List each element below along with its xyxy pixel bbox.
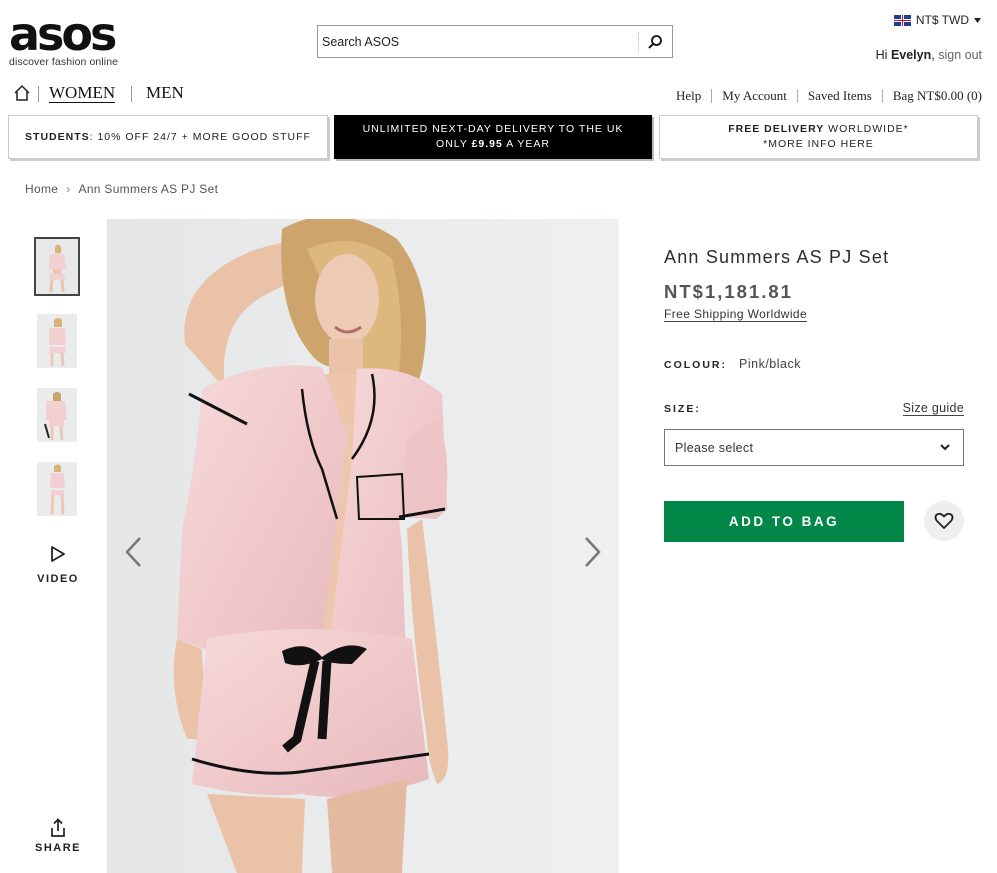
currency-selector[interactable]: NT$ TWD [893, 13, 981, 27]
promo-students-text: : 10% OFF 24/7 + MORE GOOD STUFF [89, 130, 311, 143]
nav-divider [38, 86, 39, 102]
play-icon [51, 546, 65, 562]
product-price: NT$1,181.81 [664, 281, 793, 302]
thumbnail-1[interactable] [34, 237, 80, 296]
save-for-later-button[interactable] [924, 501, 964, 541]
thumbnail-image [37, 388, 77, 442]
breadcrumb-separator: › [66, 182, 71, 196]
colour-label: COLOUR: [664, 359, 727, 371]
product-title: Ann Summers AS PJ Set [664, 247, 890, 267]
thumbnail-2[interactable] [37, 314, 77, 368]
logo-tagline: discover fashion online [9, 56, 119, 68]
promo-free-delivery-bold: FREE DELIVERY [728, 123, 825, 135]
nav-women[interactable]: WOMEN [49, 83, 116, 103]
search-icon [648, 35, 662, 49]
sign-out-link[interactable]: sign out [938, 48, 982, 62]
user-name: Evelyn [890, 48, 932, 62]
thumbnail-4[interactable] [37, 462, 77, 516]
search-input[interactable] [322, 32, 632, 52]
colour-value: Pink/black [739, 357, 801, 371]
logo-wordmark: asos [9, 7, 117, 61]
help-link[interactable]: Help [676, 88, 701, 104]
add-to-bag-button[interactable]: ADD TO BAG [664, 501, 904, 542]
promo-premier-delivery[interactable]: UNLIMITED NEXT-DAY DELIVERY TO THE UK ON… [334, 115, 652, 159]
thumbnail-image [37, 462, 77, 516]
saved-items-link[interactable]: Saved Items [808, 88, 872, 104]
heart-icon [934, 512, 954, 529]
promo-delivery-line1: UNLIMITED NEXT-DAY DELIVERY TO THE UK [362, 123, 624, 135]
colour-row: COLOUR: Pink/black [664, 357, 801, 371]
breadcrumb-current: Ann Summers AS PJ Set [78, 182, 219, 196]
asos-logo[interactable]: asos discover fashion online [9, 7, 139, 68]
promo-students-bold: STUDENTS [25, 130, 90, 143]
share-icon [51, 818, 65, 837]
size-guide-link[interactable]: Size guide [902, 401, 964, 416]
account-links: Help My Account Saved Items Bag NT$0.00 … [676, 88, 982, 104]
thumbnail-image [36, 239, 78, 294]
my-account-link[interactable]: My Account [722, 88, 787, 104]
currency-label: NT$ TWD [915, 13, 969, 27]
home-icon[interactable] [13, 84, 31, 102]
video-button[interactable]: VIDEO [35, 545, 81, 585]
caret-down-icon [974, 17, 981, 23]
product-photo [107, 219, 619, 873]
greeting-prefix: Hi [875, 48, 888, 62]
user-greeting: Hi Evelyn, sign out [875, 48, 982, 62]
breadcrumb-home[interactable]: Home [25, 182, 58, 196]
product-main-image[interactable] [107, 219, 619, 873]
bag-link[interactable]: Bag NT$0.00 (0) [893, 88, 982, 104]
thumbnail-image [37, 314, 77, 368]
breadcrumb: Home › Ann Summers AS PJ Set [25, 182, 218, 196]
promo-free-delivery[interactable]: FREE DELIVERY WORLDWIDE* *MORE INFO HERE [659, 115, 978, 159]
size-label: SIZE: [664, 403, 701, 415]
size-select[interactable]: Please select [664, 429, 964, 466]
free-shipping-link[interactable]: Free Shipping Worldwide [664, 307, 808, 322]
chevron-left-icon[interactable] [122, 535, 146, 569]
promo-delivery-price: £9.95 [471, 138, 503, 150]
chevron-down-icon [940, 444, 950, 451]
search-divider [638, 32, 639, 52]
search-button[interactable] [644, 31, 666, 53]
uk-flag-icon [893, 14, 911, 26]
share-button[interactable]: SHARE [35, 818, 81, 854]
nav-divider [131, 86, 132, 102]
nav-men[interactable]: MEN [146, 83, 184, 102]
chevron-right-icon[interactable] [580, 535, 604, 569]
video-label: VIDEO [37, 573, 79, 585]
search-box [317, 25, 673, 58]
thumbnail-3[interactable] [37, 388, 77, 442]
promo-students[interactable]: STUDENTS: 10% OFF 24/7 + MORE GOOD STUFF [8, 115, 328, 159]
promo-more-info: *MORE INFO HERE [763, 138, 874, 150]
share-label: SHARE [35, 842, 82, 854]
size-select-value: Please select [675, 440, 754, 455]
